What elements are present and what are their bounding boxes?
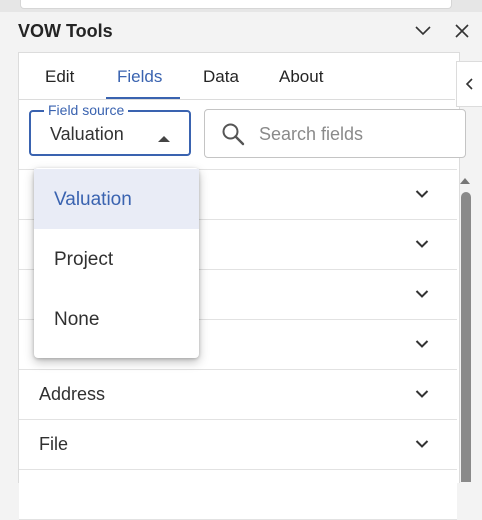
title-bar: VOW Tools (0, 12, 482, 50)
search-box[interactable] (204, 109, 466, 158)
close-icon[interactable] (449, 18, 475, 44)
scrollbar-thumb[interactable] (461, 192, 471, 482)
collapse-pane-button[interactable] (456, 61, 482, 107)
scroll-up-arrow[interactable] (458, 174, 472, 188)
field-source-select[interactable]: Field source Valuation (29, 102, 191, 156)
search-input[interactable] (257, 120, 461, 148)
chevron-down-icon (415, 336, 429, 354)
top-strip (0, 0, 482, 12)
chevron-left-icon (465, 78, 473, 90)
chevron-down-icon (415, 436, 429, 454)
option-none[interactable]: None (34, 289, 199, 349)
field-group-label: Address (39, 384, 106, 404)
field-group-label: File (39, 434, 69, 454)
chevron-down-icon (415, 186, 429, 204)
active-tab-indicator (106, 97, 180, 99)
option-label: None (54, 309, 100, 330)
tab-bar: Edit Fields Data About (19, 53, 455, 100)
field-source-dropdown: Valuation Project None (34, 168, 199, 358)
caret-up-icon (157, 130, 171, 148)
chevron-down-icon (415, 386, 429, 404)
field-source-label: Field source (44, 102, 129, 118)
field-group-row-address[interactable]: Address (19, 370, 457, 420)
chevron-down-icon[interactable] (410, 18, 436, 44)
tab-data[interactable]: Data (195, 53, 247, 99)
option-project[interactable]: Project (34, 229, 199, 289)
option-label: Valuation (54, 189, 132, 210)
chevron-down-icon (415, 286, 429, 304)
tab-edit[interactable]: Edit (37, 53, 82, 99)
tab-fields[interactable]: Fields (109, 53, 170, 99)
search-icon (221, 122, 245, 151)
chevron-down-icon (415, 236, 429, 254)
field-group-row-file[interactable]: File (19, 420, 457, 470)
field-group-row[interactable] (19, 470, 457, 520)
option-label: Project (54, 249, 114, 270)
app-title: VOW Tools (18, 21, 113, 41)
top-strip-inner (20, 0, 452, 9)
field-source-value: Valuation (50, 124, 124, 144)
option-valuation[interactable]: Valuation (34, 169, 199, 229)
tab-about[interactable]: About (271, 53, 331, 99)
